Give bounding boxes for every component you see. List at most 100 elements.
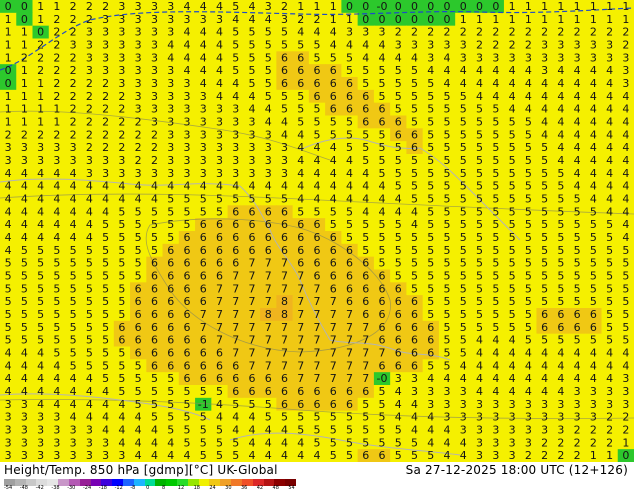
temperature-label: 3	[492, 51, 499, 64]
temperature-label: 6	[200, 282, 207, 295]
temperature-label: 3	[574, 398, 581, 411]
temperature-label: 5	[525, 270, 532, 283]
temperature-label: 5	[70, 244, 77, 257]
temperature-label: 3	[151, 13, 158, 26]
temperature-label: 5	[102, 244, 109, 257]
temperature-label: 5	[444, 257, 451, 270]
temperature-label: 4	[37, 180, 44, 193]
temperature-label: 5	[411, 64, 418, 77]
temperature-label: 2	[118, 128, 125, 141]
temperature-label: 5	[492, 141, 499, 154]
temperature-label: 4	[541, 359, 548, 372]
temperature-label: 6	[297, 398, 304, 411]
temperature-label: 3	[395, 39, 402, 52]
temperature-label: 4	[297, 449, 304, 462]
temperature-label: 5	[118, 347, 125, 360]
temperature-label: 3	[183, 128, 190, 141]
temperature-label: 7	[297, 282, 304, 295]
temperature-label: 2	[86, 13, 93, 26]
temperature-label: 3	[606, 398, 613, 411]
temperature-label: 6	[135, 321, 142, 334]
temperature-label: 4	[232, 180, 239, 193]
temperature-label: 5	[541, 334, 548, 347]
temperature-label: 5	[281, 103, 288, 116]
temperature-label: 6	[362, 308, 369, 321]
temperature-label: 6	[167, 270, 174, 283]
temperature-label: 1	[509, 13, 516, 26]
temperature-label: 1	[541, 13, 548, 26]
temperature-label: 2	[411, 26, 418, 39]
temperature-label: 7	[297, 372, 304, 385]
temperature-label: 3	[590, 398, 597, 411]
temperature-label: 5	[362, 141, 369, 154]
temperature-label: 2	[118, 141, 125, 154]
temperature-label: 2	[509, 26, 516, 39]
temperature-label: 4	[557, 90, 564, 103]
temperature-label: 5	[281, 39, 288, 52]
color-scale-ticks: -54 -48 -42 -38 -30 -24 -18 -12 -8 0 8 12 18 24 30 36 42…	[4, 486, 304, 492]
temperature-label: 1	[5, 39, 12, 52]
temperature-label: 5	[362, 436, 369, 449]
temperature-label: 3	[53, 141, 60, 154]
temperature-label: 3	[460, 39, 467, 52]
temperature-label: 6	[216, 372, 223, 385]
temperature-label: 4	[346, 154, 353, 167]
temperature-label: 4	[379, 180, 386, 193]
temperature-label: 7	[248, 359, 255, 372]
temperature-label: 4	[102, 180, 109, 193]
temperature-label: 6	[314, 64, 321, 77]
temperature-label: 7	[330, 295, 337, 308]
temperature-label: 5	[395, 90, 402, 103]
temperature-label: 4	[330, 193, 337, 206]
temperature-label: 4	[622, 347, 629, 360]
temperature-label: 4	[395, 411, 402, 424]
temperature-label: 3	[183, 90, 190, 103]
temperature-label: 5	[167, 231, 174, 244]
temperature-label: 3	[427, 398, 434, 411]
temperature-label: 3	[5, 436, 12, 449]
temperature-label: 3	[411, 39, 418, 52]
temperature-label: 4	[118, 411, 125, 424]
temperature-label: 3	[379, 26, 386, 39]
temperature-label: 4	[37, 347, 44, 360]
temperature-label: 3	[86, 424, 93, 437]
temperature-label: 4	[53, 193, 60, 206]
temperature-label: 4	[476, 64, 483, 77]
temperature-label: 3	[590, 39, 597, 52]
temperature-label: 5	[476, 218, 483, 231]
temperature-label: 4	[574, 90, 581, 103]
temperature-label: 5	[53, 270, 60, 283]
temperature-label: 3	[135, 51, 142, 64]
temperature-label: 6	[346, 282, 353, 295]
temperature-label: 4	[314, 193, 321, 206]
temperature-label: 3	[476, 449, 483, 462]
temperature-label: 1	[53, 116, 60, 129]
temperature-label: 3	[21, 436, 28, 449]
temperature-label: 3	[200, 154, 207, 167]
temperature-label: 3	[525, 398, 532, 411]
temperature-label: 5	[444, 90, 451, 103]
temperature-label: 5	[395, 167, 402, 180]
temperature-label: 2	[118, 103, 125, 116]
temperature-label: 5	[541, 244, 548, 257]
temperature-label: 5	[346, 218, 353, 231]
temperature-label: 7	[362, 372, 369, 385]
temperature-label: 3	[151, 26, 158, 39]
temperature-label: 4	[86, 372, 93, 385]
temperature-label: 7	[281, 321, 288, 334]
temperature-label: 5	[492, 167, 499, 180]
temperature-label: 5	[444, 347, 451, 360]
temperature-label: 6	[167, 295, 174, 308]
temperature-label: 5	[557, 295, 564, 308]
temperature-label: 5	[541, 270, 548, 283]
temperature-label: 4	[281, 449, 288, 462]
temperature-label: 5	[541, 154, 548, 167]
temperature-label: 5	[330, 128, 337, 141]
temperature-label: 5	[492, 205, 499, 218]
temperature-label: 3	[216, 167, 223, 180]
temperature-label: 5	[492, 193, 499, 206]
temperature-label: 5	[444, 308, 451, 321]
temperature-label: 3	[427, 385, 434, 398]
temperature-label: 5	[574, 257, 581, 270]
temperature-label: 6	[379, 116, 386, 129]
